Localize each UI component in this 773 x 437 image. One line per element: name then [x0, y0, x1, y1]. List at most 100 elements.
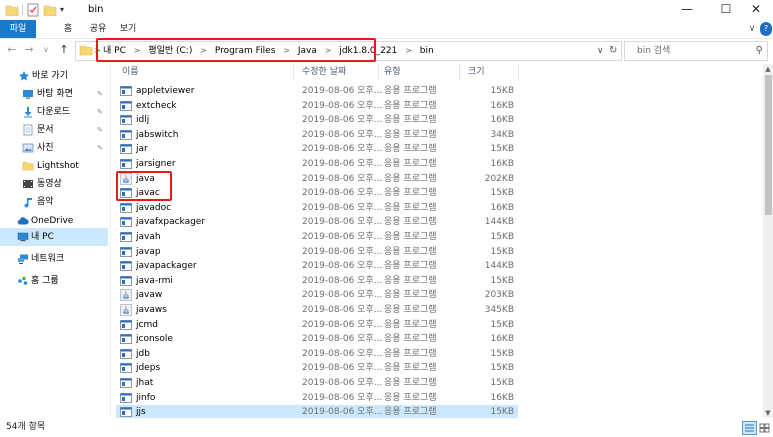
exe-icon — [120, 143, 132, 155]
file-size: 15KB — [490, 246, 514, 257]
minimize-button[interactable]: — — [670, 0, 704, 20]
column-divider[interactable] — [459, 65, 460, 79]
tab-file[interactable]: 파일 — [0, 20, 36, 38]
sidebar-item-network[interactable]: 네트워크 — [0, 250, 108, 268]
help-button[interactable]: ? — [760, 22, 772, 36]
up-button[interactable]: ↑ — [56, 42, 72, 58]
file-size: 34KB — [490, 129, 514, 140]
tab-share[interactable]: 공유 — [86, 20, 110, 38]
file-row[interactable]: javap 2019-08-06 오후... 응용 프로그램 15KB — [116, 245, 518, 259]
file-row[interactable]: jdb 2019-08-06 오후... 응용 프로그램 15KB — [116, 347, 518, 361]
chevron-down-icon[interactable]: ∨ — [745, 22, 759, 36]
column-divider[interactable] — [518, 65, 519, 79]
maximize-button[interactable]: ☐ — [709, 0, 743, 20]
file-row[interactable]: jconsole 2019-08-06 오후... 응용 프로그램 16KB — [116, 332, 518, 346]
sidebar-item-desktop[interactable]: 바탕 화면 ✎ — [0, 85, 108, 103]
file-name: jdeps — [136, 363, 161, 374]
file-type: 응용 프로그램 — [384, 129, 437, 140]
large-icons-view-button[interactable] — [757, 421, 772, 435]
sidebar-item-music[interactable]: 음악 — [0, 193, 108, 211]
sidebar-item-documents[interactable]: 문서 ✎ — [0, 121, 108, 139]
file-row[interactable]: java 2019-08-06 오후... 응용 프로그램 202KB — [116, 172, 518, 186]
file-row[interactable]: javaws 2019-08-06 오후... 응용 프로그램 345KB — [116, 303, 518, 317]
file-name: javafxpackager — [136, 217, 206, 228]
address-highlight-box — [96, 38, 376, 62]
file-row[interactable]: extcheck 2019-08-06 오후... 응용 프로그램 16KB — [116, 99, 518, 113]
pin-icon[interactable]: ✎ — [97, 85, 103, 103]
file-row[interactable]: jinfo 2019-08-06 오후... 응용 프로그램 16KB — [116, 391, 518, 405]
file-size: 16KB — [490, 115, 514, 126]
sidebar-item-quick-access[interactable]: 바로 가기 — [0, 67, 108, 85]
column-header-name[interactable]: 이름 — [122, 62, 139, 82]
column-divider[interactable] — [293, 65, 294, 79]
file-size: 15KB — [490, 86, 514, 96]
tab-view[interactable]: 보기 — [116, 20, 140, 38]
forward-button[interactable]: → — [21, 42, 37, 58]
chevron-right-icon[interactable]: > — [405, 42, 412, 60]
file-row[interactable]: javapackager 2019-08-06 오후... 응용 프로그램 144KB — [116, 259, 518, 273]
file-size: 16KB — [490, 100, 514, 111]
address-dropdown-button[interactable]: ∨ — [597, 42, 604, 60]
sidebar-item-downloads[interactable]: 다운로드 ✎ — [0, 103, 108, 121]
sidebar-item-videos[interactable]: 동영상 — [0, 175, 108, 193]
close-button[interactable]: ✕ — [739, 0, 773, 20]
file-row[interactable]: jarsigner 2019-08-06 오후... 응용 프로그램 16KB — [116, 157, 518, 171]
pin-icon[interactable]: ✎ — [97, 121, 103, 139]
file-type: 응용 프로그램 — [384, 305, 437, 315]
file-size: 15KB — [490, 275, 514, 286]
search-icon[interactable]: ⚲ — [756, 42, 763, 60]
file-type: 응용 프로그램 — [384, 202, 437, 213]
file-date: 2019-08-06 오후... — [302, 305, 383, 315]
sidebar-item-lightshot[interactable]: Lightshot — [0, 157, 108, 175]
file-name: javapackager — [136, 261, 197, 272]
file-date: 2019-08-06 오후... — [302, 173, 383, 184]
file-row[interactable]: jhat 2019-08-06 오후... 응용 프로그램 15KB — [116, 376, 518, 390]
pin-icon[interactable]: ✎ — [97, 139, 103, 157]
file-row[interactable]: javah 2019-08-06 오후... 응용 프로그램 15KB — [116, 230, 518, 244]
file-row[interactable]: jcmd 2019-08-06 오후... 응용 프로그램 15KB — [116, 318, 518, 332]
sidebar-item-label: Lightshot — [37, 161, 79, 171]
search-placeholder[interactable]: bin 검색 — [637, 42, 670, 60]
file-date: 2019-08-06 오후... — [302, 115, 383, 126]
exe-icon — [120, 129, 132, 141]
file-row[interactable]: java-rmi 2019-08-06 오후... 응용 프로그램 15KB — [116, 274, 518, 288]
scrollbar-thumb[interactable] — [765, 75, 772, 215]
properties-icon[interactable] — [27, 3, 39, 17]
recent-locations-button[interactable]: ∨ — [38, 42, 54, 58]
file-row[interactable]: javafxpackager 2019-08-06 오후... 응용 프로그램 144… — [116, 215, 518, 229]
refresh-button[interactable]: ↻ — [609, 42, 617, 60]
file-row[interactable]: javadoc 2019-08-06 오후... 응용 프로그램 16KB — [116, 201, 518, 215]
file-row[interactable]: idlj 2019-08-06 오후... 응용 프로그램 16KB — [116, 113, 518, 127]
sidebar-item-homegroup[interactable]: 홈 그룹 — [0, 272, 108, 290]
details-view-button[interactable] — [742, 421, 757, 435]
breadcrumb-bin[interactable]: bin — [420, 42, 434, 60]
column-header-type[interactable]: 유형 — [384, 62, 401, 82]
back-button[interactable]: ← — [4, 42, 20, 58]
scroll-down-icon[interactable]: ▼ — [763, 408, 773, 418]
item-count: 54개 항목 — [6, 422, 46, 432]
files-highlight-box — [116, 171, 172, 201]
scroll-up-icon[interactable]: ▲ — [763, 64, 773, 74]
pin-icon[interactable]: ✎ — [97, 103, 103, 121]
file-type: 응용 프로그램 — [384, 392, 437, 403]
file-type: 응용 프로그램 — [384, 261, 437, 272]
column-header-size[interactable]: 크기 — [468, 62, 485, 82]
column-header-date[interactable]: 수정한 날짜 — [302, 62, 346, 82]
new-folder-icon[interactable] — [43, 3, 57, 17]
file-row[interactable]: jabswitch 2019-08-06 오후... 응용 프로그램 34KB — [116, 128, 518, 142]
file-row[interactable]: javac 2019-08-06 오후... 응용 프로그램 15KB — [116, 186, 518, 200]
customize-toolbar-icon[interactable]: ▾ — [60, 3, 70, 17]
file-row[interactable]: appletviewer 2019-08-06 오후... 응용 프로그램 15KB — [116, 84, 518, 98]
file-row[interactable]: jdeps 2019-08-06 오후... 응용 프로그램 15KB — [116, 361, 518, 375]
file-row[interactable]: jar 2019-08-06 오후... 응용 프로그램 15KB — [116, 142, 518, 156]
sidebar-item-pictures[interactable]: 사진 ✎ — [0, 139, 108, 157]
file-row[interactable]: javaw 2019-08-06 오후... 응용 프로그램 203KB — [116, 288, 518, 302]
folder-icon — [79, 45, 93, 56]
sidebar-item-my-pc[interactable]: 내 PC — [0, 228, 108, 246]
file-date: 2019-08-06 오후... — [302, 188, 383, 199]
search-box[interactable]: bin 검색 ⚲ — [624, 41, 768, 61]
file-date: 2019-08-06 오후... — [302, 129, 383, 140]
column-divider[interactable] — [378, 65, 379, 79]
desktop-icon — [22, 88, 34, 100]
tab-home[interactable]: 홈 — [56, 20, 80, 38]
